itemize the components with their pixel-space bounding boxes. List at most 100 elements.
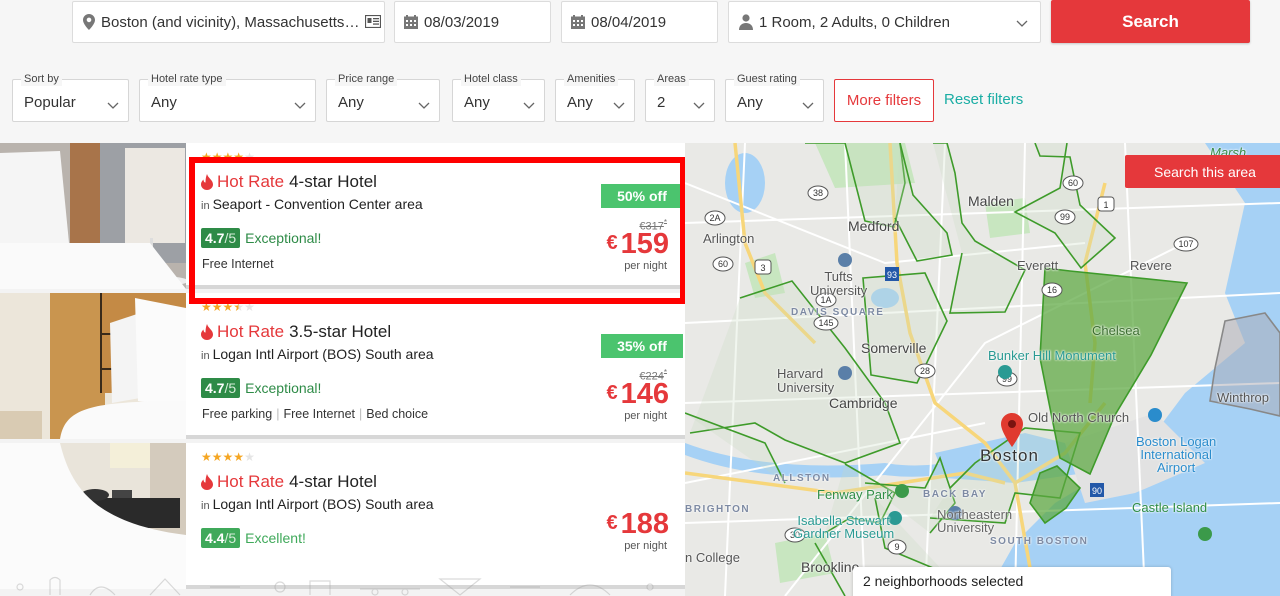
price-amount: 188 — [620, 508, 669, 540]
hot-rate-label: Hot Rate — [217, 172, 285, 191]
svg-text:60: 60 — [718, 259, 728, 269]
hotel-class-title: 4-star Hotel — [289, 472, 377, 491]
search-button[interactable]: Search — [1051, 0, 1250, 43]
map-label-cambridge: Cambridge — [829, 395, 898, 411]
hotel-card[interactable]: ★★★★★ Hot Rate 3.5-star Hotel in Logan In… — [0, 293, 685, 439]
person-icon — [739, 14, 753, 30]
map-label-boston: Boston — [980, 446, 1039, 465]
chevron-down-icon — [294, 97, 306, 115]
hotel-title[interactable]: Hot Rate 4-star Hotel — [201, 172, 377, 192]
hotel-rate-type-select[interactable]: Hotel rate type Any — [139, 72, 316, 122]
amenities-select[interactable]: Amenities Any — [555, 72, 635, 122]
map-label-allston: ALLSTON — [773, 473, 831, 484]
discount-badge: 35% off — [601, 334, 683, 358]
star-rating: ★★★★★ — [201, 450, 255, 464]
sort-by-select[interactable]: Sort by Popular — [12, 72, 129, 122]
chevron-down-icon — [107, 97, 119, 115]
hotel-rate-type-label: Hotel rate type — [148, 72, 226, 86]
hotel-class-select[interactable]: Hotel class Any — [452, 72, 545, 122]
amenities-list: Free Internet — [202, 257, 274, 271]
neighborhoods-selected-status: 2 neighborhoods selected — [853, 567, 1171, 596]
star-rating: ★★★★★ — [201, 150, 255, 164]
guest-rating-label: Guest rating — [734, 72, 800, 86]
hotel-card[interactable]: ★★★★★ Hot Rate 4-star Hotel in Seaport - … — [0, 143, 685, 289]
map-label-castle-island: Castle Island — [1132, 500, 1208, 515]
amenities-list: Free parking | Free Internet | Bed choice — [202, 407, 428, 421]
svg-text:16: 16 — [1047, 285, 1057, 295]
map-label-davis-square: DAVIS SQUARE — [791, 307, 885, 318]
discount-badge: 50% off — [601, 184, 683, 208]
score-max: /5 — [224, 530, 237, 546]
currency-symbol: € — [606, 512, 618, 534]
in-label: in — [201, 200, 210, 212]
amenity-item: Free Internet — [202, 257, 274, 271]
map-label-tufts: Tufts University — [810, 269, 868, 298]
amenity-separator: | — [359, 407, 363, 421]
location-text: Seaport - Convention Center area — [212, 196, 423, 212]
chevron-down-icon — [693, 97, 705, 115]
id-card-icon[interactable] — [364, 14, 382, 32]
hotel-title[interactable]: Hot Rate 3.5-star Hotel — [201, 322, 391, 342]
svg-text:107: 107 — [1178, 239, 1193, 249]
score-value: 4.7 — [205, 380, 225, 396]
score-badge: 4.7/5 — [201, 378, 241, 398]
hotel-class-title: 4-star Hotel — [289, 172, 377, 191]
score-value: 4.7 — [205, 230, 225, 246]
hot-rate-label: Hot Rate — [217, 472, 285, 491]
star-icon: ★ — [233, 300, 245, 314]
hotel-class-title: 3.5-star Hotel — [289, 322, 392, 341]
score-badge: 4.7/5 — [201, 228, 241, 248]
hotel-title[interactable]: Hot Rate 4-star Hotel — [201, 472, 377, 492]
hotel-class-value: Any — [464, 94, 490, 111]
checkin-date-input[interactable]: 08/03/2019 — [394, 1, 551, 43]
hotel-location: in Logan Intl Airport (BOS) South area — [201, 346, 434, 362]
per-night-label: per night — [624, 540, 667, 552]
map-label-northeastern: Northeastern University — [937, 507, 1013, 535]
amenity-separator: | — [276, 407, 280, 421]
star-icon: ★ — [244, 150, 255, 164]
destination-input[interactable]: Boston (and vicinity), Massachusetts, U.… — [72, 1, 385, 43]
hotel-location: in Seaport - Convention Center area — [201, 196, 423, 212]
per-night-label: per night — [624, 260, 667, 272]
guest-rating: 4.4/5 Excellent! — [201, 528, 306, 548]
map-view[interactable]: 2A 38 60 3 93 60 99 1 107 16 1A 145 28 9… — [685, 143, 1280, 596]
hotel-card[interactable]: ★★★★★ Hot Rate 4-star Hotel in Logan Intl… — [0, 443, 685, 589]
amenity-item: Free parking — [202, 407, 273, 421]
more-filters-button[interactable]: More filters — [834, 79, 934, 122]
areas-select[interactable]: Areas 2 — [645, 72, 715, 122]
score-badge: 4.4/5 — [201, 528, 241, 548]
search-this-area-button[interactable]: Search this area — [1125, 155, 1280, 188]
map-label-everett: Everett — [1017, 258, 1059, 273]
rating-verdict: Exceptional! — [245, 230, 322, 246]
map-label-medford: Medford — [848, 218, 900, 234]
reset-filters-link[interactable]: Reset filters — [944, 91, 1023, 108]
guests-value: 1 Room, 2 Adults, 0 Children — [759, 13, 950, 31]
svg-text:9: 9 — [894, 542, 899, 552]
price-amount: 146 — [620, 378, 669, 410]
map-label-boston-college: n College — [685, 550, 740, 565]
filter-bar: Sort by Popular Hotel rate type Any Pric… — [0, 70, 1280, 130]
guests-rooms-select[interactable]: 1 Room, 2 Adults, 0 Children — [728, 1, 1041, 43]
hotel-photo[interactable] — [0, 143, 186, 289]
map-label-old-north-church: Old North Church — [1028, 410, 1130, 425]
star-icon: ★ — [211, 450, 223, 464]
checkout-date-value: 08/04/2019 — [591, 13, 667, 31]
areas-label: Areas — [654, 72, 689, 86]
per-night-label: per night — [624, 410, 667, 422]
flame-icon — [201, 474, 213, 490]
checkout-date-input[interactable]: 08/04/2019 — [561, 1, 718, 43]
guest-rating: 4.7/5 Exceptional! — [201, 228, 321, 248]
price-range-select[interactable]: Price range Any — [326, 72, 440, 122]
currency-symbol: € — [606, 382, 618, 404]
rating-verdict: Exceptional! — [245, 380, 322, 396]
price-amount: 159 — [620, 228, 669, 260]
guest-rating-select[interactable]: Guest rating Any — [725, 72, 824, 122]
hotel-photo[interactable] — [0, 293, 186, 439]
hotel-photo[interactable] — [0, 443, 186, 589]
map-label-logan-airport: Boston Logan International Airport — [1136, 434, 1217, 475]
amenity-item: Free Internet — [283, 407, 356, 421]
location-text: Logan Intl Airport (BOS) South area — [212, 496, 434, 512]
star-icon: ★ — [211, 150, 223, 164]
svg-text:3: 3 — [760, 263, 765, 273]
svg-text:90: 90 — [1092, 486, 1102, 496]
